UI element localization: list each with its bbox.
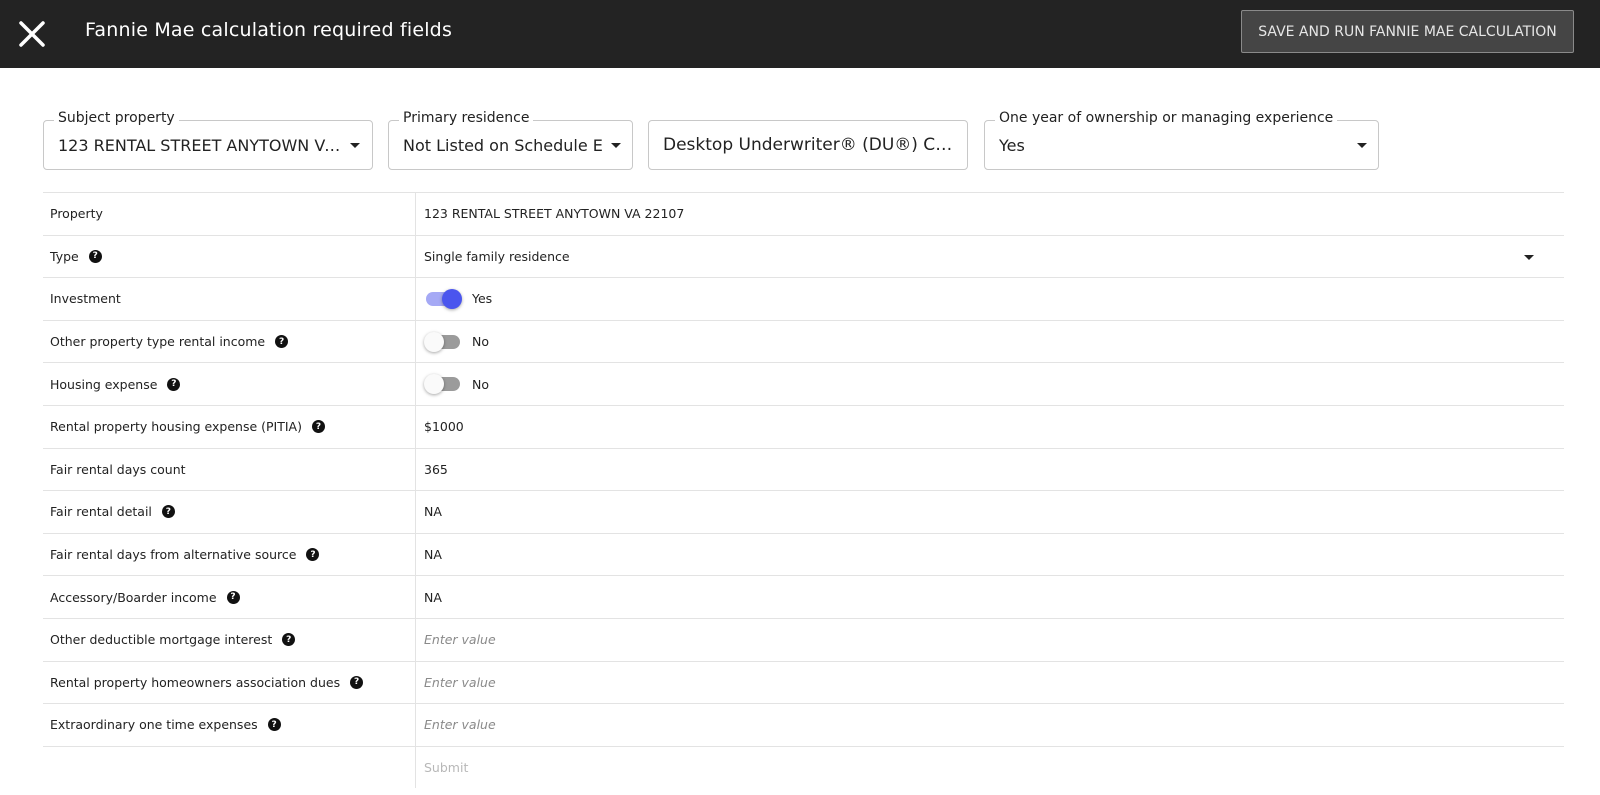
row-label: Rental property housing expense (PITIA) …: [43, 405, 416, 448]
row-label-text: Housing expense: [50, 376, 158, 392]
subject-property-select[interactable]: Subject property 123 RENTAL STREET ANYTO…: [43, 110, 373, 170]
row-label: Housing expense ?: [43, 363, 416, 405]
table-row: Housing expense ? No: [43, 362, 1564, 405]
table-row: Rental property housing expense (PITIA) …: [43, 404, 1564, 448]
fields-table: Property 123 RENTAL STREET ANYTOWN VA 22…: [43, 192, 1564, 789]
table-row: Fair rental detail ? NA: [43, 490, 1564, 533]
primary-residence-value: Not Listed on Schedule E: [403, 136, 603, 155]
housing-expense-cell: No: [416, 363, 1564, 405]
other-property-type-toggle-label: No: [472, 334, 489, 350]
row-label: Accessory/Boarder income ?: [43, 576, 416, 618]
help-icon[interactable]: ?: [306, 548, 320, 562]
subject-property-label: Subject property: [54, 110, 179, 126]
calculation-value: Desktop Underwriter® (DU®) Ca...: [663, 135, 958, 155]
ownership-experience-value: Yes: [999, 136, 1025, 155]
other-property-type-toggle[interactable]: [424, 331, 462, 352]
fair-rental-alt-value[interactable]: NA: [416, 534, 1564, 576]
help-icon[interactable]: ?: [167, 377, 181, 391]
table-row: Submit: [43, 745, 1564, 789]
calculation-select[interactable]: Desktop Underwriter® (DU®) Ca...: [648, 120, 968, 170]
help-icon[interactable]: ?: [275, 335, 289, 349]
help-icon[interactable]: ?: [350, 675, 364, 689]
row-label: Rental property homeowners association d…: [43, 661, 416, 704]
row-label: Type ?: [43, 235, 416, 278]
table-row: Other deductible mortgage interest ? Ent…: [43, 617, 1564, 661]
row-label-text: Type: [50, 248, 79, 264]
accessory-income-value[interactable]: NA: [416, 576, 1564, 618]
primary-residence-label: Primary residence: [399, 110, 534, 126]
fair-rental-detail-value[interactable]: NA: [416, 491, 1564, 533]
row-label: Fair rental days count: [43, 448, 416, 491]
table-row: Investment Yes: [43, 277, 1564, 320]
fair-rental-days-value[interactable]: 365: [416, 449, 1564, 491]
type-value: Single family residence: [424, 248, 570, 264]
caret-down-icon: [1357, 143, 1367, 148]
hoa-dues-input[interactable]: Enter value: [416, 662, 1564, 704]
investment-toggle-label: Yes: [472, 291, 493, 307]
subject-property-value: 123 RENTAL STREET ANYTOWN VA 2...: [58, 136, 342, 155]
help-icon[interactable]: ?: [311, 420, 325, 434]
row-label: Property: [43, 193, 416, 235]
help-icon[interactable]: ?: [161, 505, 175, 519]
type-select[interactable]: Single family residence: [416, 236, 1564, 278]
row-label-text: Other deductible mortgage interest: [50, 632, 273, 648]
row-label: Fair rental detail ?: [43, 491, 416, 533]
row-label: Other deductible mortgage interest ?: [43, 618, 416, 661]
row-label-text: Accessory/Boarder income: [50, 589, 217, 605]
primary-residence-select[interactable]: Primary residence Not Listed on Schedule…: [388, 110, 633, 170]
help-icon[interactable]: ?: [88, 249, 102, 263]
row-label-text: Rental property housing expense (PITIA): [50, 419, 302, 435]
row-label: Investment: [43, 278, 416, 320]
table-row: Type ? Single family residence: [43, 234, 1564, 278]
row-label: Fair rental days from alternative source…: [43, 533, 416, 576]
row-label-text: Extraordinary one time expenses: [50, 717, 258, 733]
table-row: Fair rental days from alternative source…: [43, 532, 1564, 576]
ownership-experience-label: One year of ownership or managing experi…: [995, 110, 1338, 126]
row-label-text: Fair rental detail: [50, 504, 152, 520]
row-label-text: Fair rental days from alternative source: [50, 547, 297, 563]
page-title: Fannie Mae calculation required fields: [85, 19, 453, 41]
other-property-type-cell: No: [416, 321, 1564, 363]
mortgage-interest-input[interactable]: Enter value: [416, 619, 1564, 661]
close-icon[interactable]: [14, 16, 50, 52]
row-label: Other property type rental income ?: [43, 320, 416, 363]
help-icon[interactable]: ?: [282, 633, 296, 647]
row-label-text: Rental property homeowners association d…: [50, 674, 341, 690]
save-and-run-button[interactable]: SAVE AND RUN FANNIE MAE CALCULATION: [1241, 10, 1574, 53]
help-icon[interactable]: ?: [226, 590, 240, 604]
help-icon[interactable]: ?: [267, 718, 281, 732]
submit-button[interactable]: Submit: [416, 747, 1564, 789]
table-row: Rental property homeowners association d…: [43, 660, 1564, 704]
caret-down-icon: [611, 143, 621, 148]
ownership-experience-select[interactable]: One year of ownership or managing experi…: [984, 110, 1379, 170]
table-row: Extraordinary one time expenses ? Enter …: [43, 703, 1564, 746]
housing-expense-toggle-label: No: [472, 376, 489, 392]
caret-down-icon: [1524, 254, 1534, 260]
housing-expense-toggle[interactable]: [424, 374, 462, 395]
property-value: 123 RENTAL STREET ANYTOWN VA 22107: [424, 206, 685, 222]
investment-cell: Yes: [416, 278, 1564, 320]
caret-down-icon: [350, 143, 360, 148]
investment-toggle[interactable]: [424, 288, 462, 309]
pitia-value[interactable]: $1000: [416, 406, 1564, 448]
header-bar: Fannie Mae calculation required fields S…: [0, 0, 1600, 68]
table-row: Property 123 RENTAL STREET ANYTOWN VA 22…: [43, 192, 1564, 235]
one-time-expenses-input[interactable]: Enter value: [416, 704, 1564, 746]
table-row: Accessory/Boarder income ? NA: [43, 575, 1564, 618]
row-label: [43, 746, 416, 789]
row-label: Extraordinary one time expenses ?: [43, 704, 416, 746]
table-row: Other property type rental income ? No: [43, 319, 1564, 363]
table-row: Fair rental days count 365: [43, 447, 1564, 491]
row-label-text: Other property type rental income: [50, 334, 266, 350]
